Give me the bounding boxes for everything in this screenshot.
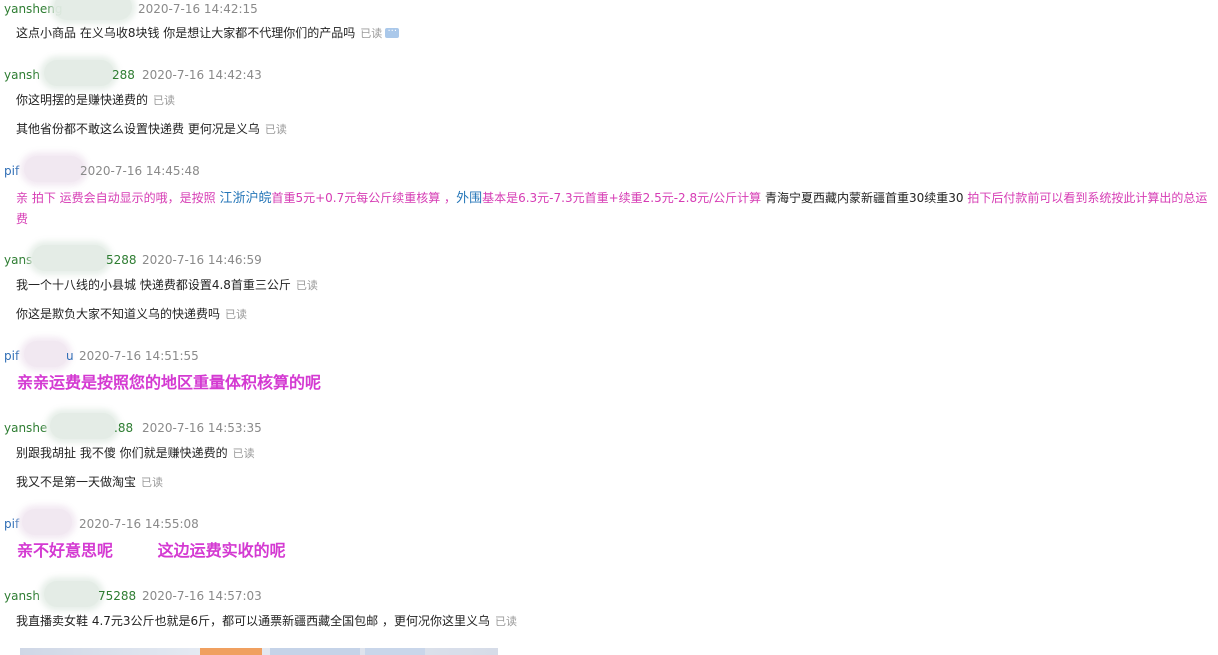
sender-name[interactable]: pif (4, 347, 19, 365)
read-status: 已读 (295, 279, 318, 292)
sender-name[interactable]: pif (4, 162, 19, 180)
message-segment: 亲 拍下 运费会自动显示的哦，是按照 (16, 191, 220, 205)
more-icon[interactable]: ··· (385, 26, 400, 38)
message-line: 你这明摆的是赚快递费的 (16, 93, 149, 107)
chat-history: yansheng 2020-7-16 14:42:15 这点小商品 在义乌收8块… (0, 0, 1218, 655)
message-text: 其他省份都不敢这么设置快递费 更何况是义乌 已读 (16, 119, 287, 140)
sender-name[interactable]: pif (4, 515, 19, 533)
message-header: yanshe .88 2020-7-16 14:53:35 (4, 413, 262, 439)
sender-name-suffix: 75288 (98, 589, 137, 603)
sender-name[interactable]: yans (4, 251, 32, 269)
read-status: 已读 (264, 123, 287, 136)
redaction-blur (44, 581, 100, 607)
message-text: 你这是欺负大家不知道义乌的快递费吗 已读 (16, 304, 247, 325)
message-timestamp: 2020-7-16 14:55:08 (79, 517, 199, 531)
redaction-blur (32, 245, 108, 271)
redaction-blur (22, 509, 72, 535)
redaction-blur (50, 413, 116, 439)
message-timestamp: 2020-7-16 14:42:43 (142, 68, 262, 82)
message-timestamp: 2020-7-16 14:57:03 (142, 589, 262, 603)
message-header: yans 5288 2020-7-16 14:46:59 (4, 245, 262, 271)
taskbar-item[interactable] (200, 648, 262, 655)
message-line: 我又不是第一天做淘宝 (16, 475, 137, 489)
message-header: pif 2020-7-16 14:55:08 (4, 509, 199, 535)
sender-name[interactable]: yanshe (4, 419, 47, 437)
message-timestamp: 2020-7-16 14:46:59 (142, 253, 262, 267)
message-timestamp: 2020-7-16 14:53:35 (142, 421, 262, 435)
message-segment: 江浙沪皖 (219, 191, 272, 206)
message-segment: 首重5元+0.7元每公斤续重核算 ， (271, 191, 457, 205)
taskbar-item[interactable] (365, 648, 425, 655)
read-status: 已读 (225, 308, 248, 321)
redaction-blur (44, 60, 114, 86)
message-timestamp: 2020-7-16 14:42:15 (138, 2, 258, 16)
message-line: 这点小商品 在义乌收8块钱 你是想让大家都不代理你们的产品吗 (16, 26, 356, 40)
redaction-blur (24, 156, 84, 182)
message-header: yansh 288 2020-7-16 14:42:43 (4, 60, 262, 86)
message-text: 亲 拍下 运费会自动显示的哦，是按照 江浙沪皖首重5元+0.7元每公斤续重核算 … (16, 188, 1212, 229)
read-status: 已读 (141, 476, 164, 489)
message-line: 其他省份都不敢这么设置快递费 更何况是义乌 (16, 122, 260, 136)
message-text: 我直播卖女鞋 4.7元3公斤也就是6斤，都可以通票新疆西藏全国包邮 ，更何况你这… (16, 611, 517, 632)
message-header: yansheng 2020-7-16 14:42:15 (4, 0, 258, 20)
message-segment: 外围 (456, 191, 483, 206)
message-text-large: 亲不好意思呢 这边运费实收的呢 (17, 541, 286, 560)
message-header: pif u 2020-7-16 14:51:55 (4, 341, 199, 367)
sender-name-suffix: .88 (114, 421, 134, 435)
sender-name[interactable]: yansh (4, 587, 40, 605)
message-text: 你这明摆的是赚快递费的 已读 (16, 90, 175, 111)
read-status: 已读 (360, 27, 383, 40)
message-text: 我又不是第一天做淘宝 已读 (16, 472, 163, 493)
sender-name-suffix: u (66, 349, 74, 363)
message-timestamp: 2020-7-16 14:51:55 (79, 349, 199, 363)
message-line: 别跟我胡扯 我不傻 你们就是赚快递费的 (16, 446, 228, 460)
redaction-blur (54, 0, 132, 20)
message-line: 你这是欺负大家不知道义乌的快递费吗 (16, 307, 221, 321)
read-status: 已读 (153, 94, 176, 107)
read-status: 已读 (232, 447, 255, 460)
read-status: 已读 (495, 615, 517, 628)
sender-name-suffix: 5288 (106, 253, 137, 267)
message-header: pif 2020-7-16 14:45:48 (4, 156, 200, 182)
taskbar-item[interactable] (270, 648, 360, 655)
sender-name[interactable]: yansh (4, 66, 40, 84)
message-text: 这点小商品 在义乌收8块钱 你是想让大家都不代理你们的产品吗 已读 ··· (16, 23, 400, 44)
message-timestamp: 2020-7-16 14:45:48 (80, 164, 200, 178)
taskbar-strip (20, 648, 498, 655)
sender-name-suffix: 288 (112, 68, 135, 82)
message-line: 我一个十八线的小县城 快递费都设置4.8首重三公斤 (16, 278, 291, 292)
message-text-large: 亲亲运费是按照您的地区重量体积核算的呢 (17, 373, 322, 392)
redaction-blur (24, 341, 68, 367)
message-text: 我一个十八线的小县城 快递费都设置4.8首重三公斤 已读 (16, 275, 318, 296)
message-segment: 青海宁夏西藏内蒙新疆首重30续重30 (765, 191, 968, 205)
message-text: 别跟我胡扯 我不傻 你们就是赚快递费的 已读 (16, 443, 255, 464)
message-segment: 基本是6.3元-7.3元首重+续重2.5元-2.8元/公斤计算 (482, 191, 765, 205)
message-line: 我直播卖女鞋 4.7元3公斤也就是6斤，都可以通票新疆西藏全国包邮 ，更何况你这… (16, 614, 490, 628)
message-header: yansh 75288 2020-7-16 14:57:03 (4, 581, 262, 607)
